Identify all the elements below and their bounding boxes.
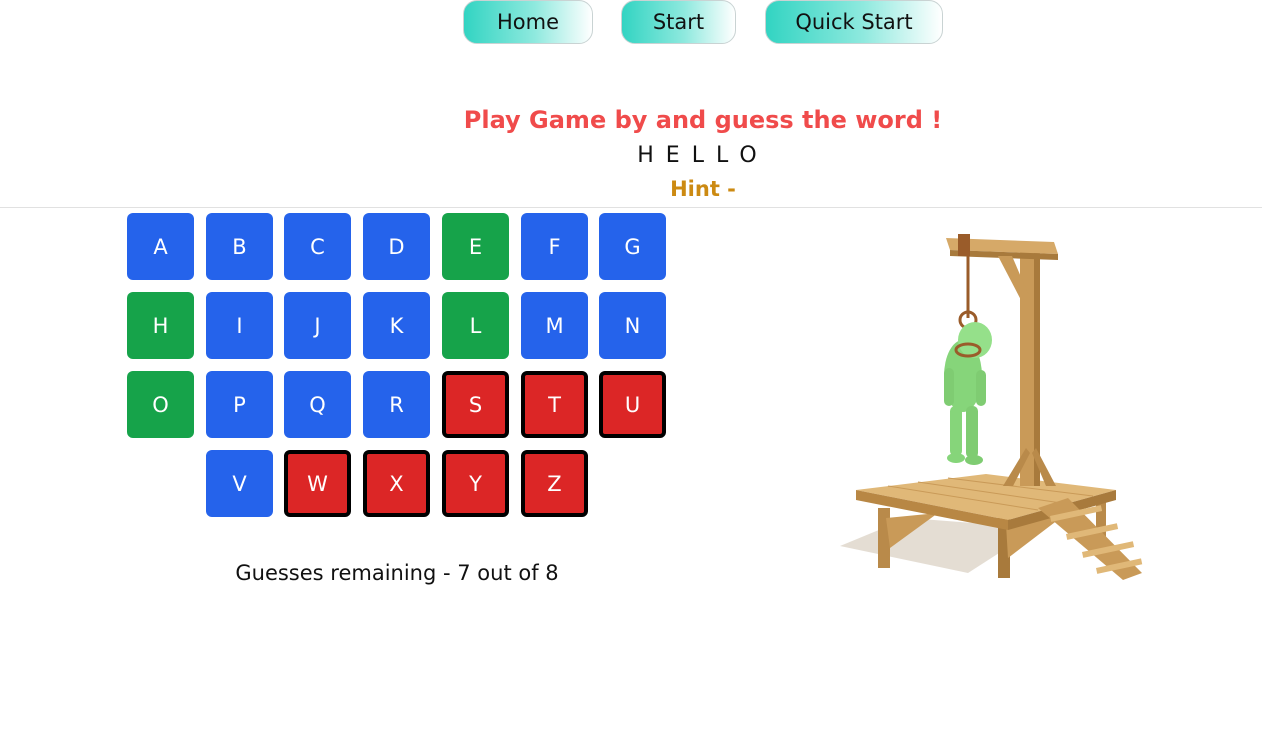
guesses-remaining: Guesses remaining - 7 out of 8 (235, 561, 559, 585)
key-y[interactable]: Y (442, 450, 509, 517)
key-r[interactable]: R (363, 371, 430, 438)
key-l[interactable]: L (442, 292, 509, 359)
key-u[interactable]: U (599, 371, 666, 438)
key-m[interactable]: M (521, 292, 588, 359)
guessed-word: HELLO (637, 143, 769, 168)
game-title: Play Game by and guess the word ! (463, 106, 943, 134)
key-o[interactable]: O (127, 371, 194, 438)
hint-label: Hint - (670, 177, 736, 201)
key-b[interactable]: B (206, 213, 273, 280)
key-e[interactable]: E (442, 213, 509, 280)
key-s[interactable]: S (442, 371, 509, 438)
key-g[interactable]: G (599, 213, 666, 280)
key-x[interactable]: X (363, 450, 430, 517)
key-n[interactable]: N (599, 292, 666, 359)
key-d[interactable]: D (363, 213, 430, 280)
key-k[interactable]: K (363, 292, 430, 359)
key-h[interactable]: H (127, 292, 194, 359)
start-button[interactable]: Start (621, 0, 736, 44)
key-j[interactable]: J (284, 292, 351, 359)
divider (0, 207, 1262, 208)
key-q[interactable]: Q (284, 371, 351, 438)
key-v[interactable]: V (206, 450, 273, 517)
quick-start-button[interactable]: Quick Start (765, 0, 943, 44)
key-z[interactable]: Z (521, 450, 588, 517)
key-p[interactable]: P (206, 371, 273, 438)
key-t[interactable]: T (521, 371, 588, 438)
key-i[interactable]: I (206, 292, 273, 359)
key-w[interactable]: W (284, 450, 351, 517)
key-a[interactable]: A (127, 213, 194, 280)
home-button[interactable]: Home (463, 0, 593, 44)
hangman-gallows-icon (840, 234, 1143, 580)
key-c[interactable]: C (284, 213, 351, 280)
key-f[interactable]: F (521, 213, 588, 280)
